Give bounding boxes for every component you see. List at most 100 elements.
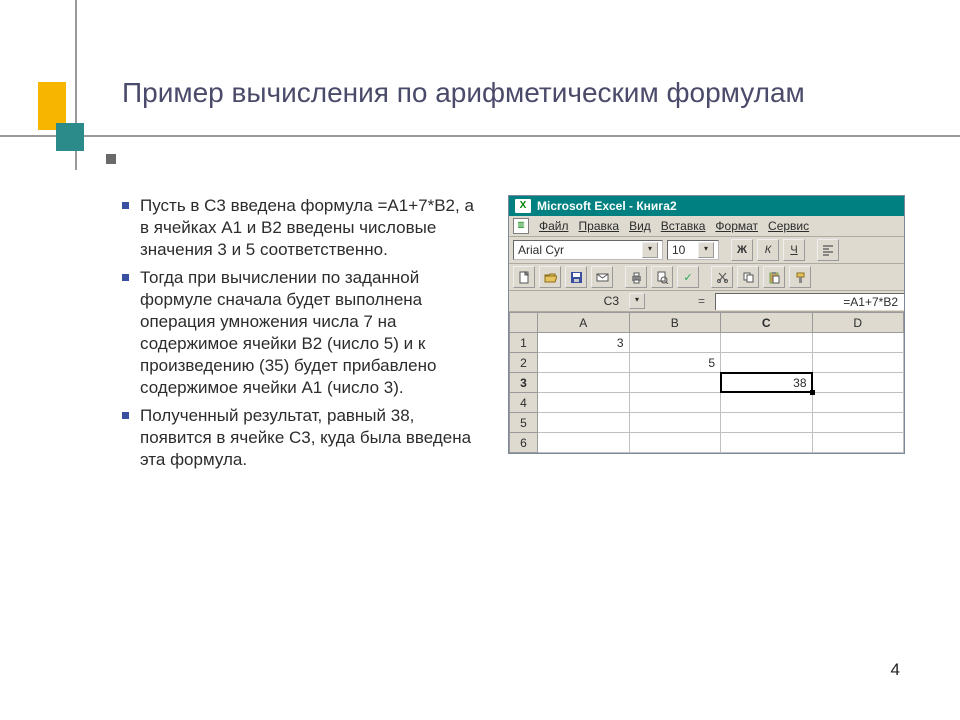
font-name-combo[interactable]: Arial Cyr ▾ (513, 240, 663, 260)
cell-c3-active[interactable]: 38 (721, 373, 813, 393)
menu-format[interactable]: Формат (715, 219, 758, 233)
cell-d2[interactable] (812, 353, 904, 373)
column-header-row: A B C D (510, 313, 904, 333)
bullet-text: Тогда при вычислении по заданной формуле… (140, 267, 482, 399)
row-2: 2 5 (510, 353, 904, 373)
underline-button[interactable]: Ч (783, 239, 805, 261)
cut-button[interactable] (711, 266, 733, 288)
cell-d1[interactable] (812, 333, 904, 353)
bullet-item: Полученный результат, равный 38, появитс… (122, 405, 482, 471)
print-icon (630, 271, 643, 284)
cell-a2[interactable] (538, 353, 630, 373)
cell-c5[interactable] (721, 413, 813, 433)
dropdown-icon: ▾ (698, 242, 714, 258)
menu-service[interactable]: Сервис (768, 219, 809, 233)
equals-label: = (645, 294, 715, 308)
bold-button[interactable]: Ж (731, 239, 753, 261)
format-painter-button[interactable] (789, 266, 811, 288)
col-header-b[interactable]: B (629, 313, 721, 333)
cell-c6[interactable] (721, 433, 813, 453)
decorative-square-small (106, 154, 116, 164)
row-header-4[interactable]: 4 (510, 393, 538, 413)
new-file-icon (518, 271, 531, 284)
excel-window: X Microsoft Excel - Книга2 ▥ Файл Правка… (508, 195, 905, 454)
preview-button[interactable] (651, 266, 673, 288)
menu-file-label: Файл (539, 219, 569, 233)
save-button[interactable] (565, 266, 587, 288)
menu-edit-label: Правка (579, 219, 620, 233)
cell-b3[interactable] (629, 373, 721, 393)
mail-icon (596, 271, 609, 284)
worksheet-grid: A B C D 1 3 2 5 3 (509, 312, 904, 453)
decorative-horizontal-line (0, 135, 960, 137)
paste-button[interactable] (763, 266, 785, 288)
cell-a3[interactable] (538, 373, 630, 393)
bullet-text: Пусть в С3 введена формула =А1+7*В2, а в… (140, 195, 482, 261)
open-folder-icon (544, 271, 557, 284)
cut-icon (716, 271, 729, 284)
align-left-button[interactable] (817, 239, 839, 261)
select-all-corner[interactable] (510, 313, 538, 333)
mail-button[interactable] (591, 266, 613, 288)
menu-insert-label: Вставка (661, 219, 706, 233)
formula-bar: C3 ▾ = =A1+7*B2 (509, 291, 904, 312)
row-4: 4 (510, 393, 904, 413)
cell-c1[interactable] (721, 333, 813, 353)
col-header-c[interactable]: C (721, 313, 813, 333)
page-number: 4 (891, 660, 900, 680)
menu-insert[interactable]: Вставка (661, 219, 706, 233)
row-header-5[interactable]: 5 (510, 413, 538, 433)
row-header-2[interactable]: 2 (510, 353, 538, 373)
row-5: 5 (510, 413, 904, 433)
brush-icon (794, 271, 807, 284)
col-header-d[interactable]: D (812, 313, 904, 333)
row-3: 3 38 (510, 373, 904, 393)
cell-b6[interactable] (629, 433, 721, 453)
cell-d6[interactable] (812, 433, 904, 453)
save-disk-icon (570, 271, 583, 284)
cell-d5[interactable] (812, 413, 904, 433)
cell-a5[interactable] (538, 413, 630, 433)
font-size-combo[interactable]: 10 ▾ (667, 240, 719, 260)
row-header-3[interactable]: 3 (510, 373, 538, 393)
row-6: 6 (510, 433, 904, 453)
cell-c4[interactable] (721, 393, 813, 413)
menu-view[interactable]: Вид (629, 219, 651, 233)
cell-a1[interactable]: 3 (538, 333, 630, 353)
cell-b4[interactable] (629, 393, 721, 413)
row-header-6[interactable]: 6 (510, 433, 538, 453)
new-button[interactable] (513, 266, 535, 288)
decorative-square-teal (56, 123, 84, 151)
print-button[interactable] (625, 266, 647, 288)
cell-b2[interactable]: 5 (629, 353, 721, 373)
slide-title: Пример вычисления по арифметическим форм… (122, 76, 892, 110)
window-title: Microsoft Excel - Книга2 (537, 199, 677, 213)
menu-file[interactable]: Файл (539, 219, 569, 233)
menu-edit[interactable]: Правка (579, 219, 620, 233)
open-button[interactable] (539, 266, 561, 288)
align-left-icon (822, 244, 834, 256)
dropdown-icon: ▾ (642, 242, 658, 258)
spellcheck-button[interactable]: ✓ (677, 266, 699, 288)
standard-toolbar: ✓ (509, 264, 904, 291)
preview-icon (656, 271, 669, 284)
excel-logo-icon: X (515, 199, 531, 213)
cell-d4[interactable] (812, 393, 904, 413)
row-header-1[interactable]: 1 (510, 333, 538, 353)
slide-body: Пусть в С3 введена формула =А1+7*В2, а в… (122, 195, 482, 477)
cell-a6[interactable] (538, 433, 630, 453)
name-box[interactable]: C3 ▾ (509, 293, 645, 309)
italic-button[interactable]: К (757, 239, 779, 261)
cell-b5[interactable] (629, 413, 721, 433)
formula-input[interactable]: =A1+7*B2 (715, 293, 904, 310)
cell-d3[interactable] (812, 373, 904, 393)
name-box-value: C3 (604, 294, 619, 308)
copy-button[interactable] (737, 266, 759, 288)
document-icon[interactable]: ▥ (513, 218, 529, 234)
cell-a4[interactable] (538, 393, 630, 413)
col-header-a[interactable]: A (538, 313, 630, 333)
paste-icon (768, 271, 781, 284)
cell-b1[interactable] (629, 333, 721, 353)
copy-icon (742, 271, 755, 284)
cell-c2[interactable] (721, 353, 813, 373)
